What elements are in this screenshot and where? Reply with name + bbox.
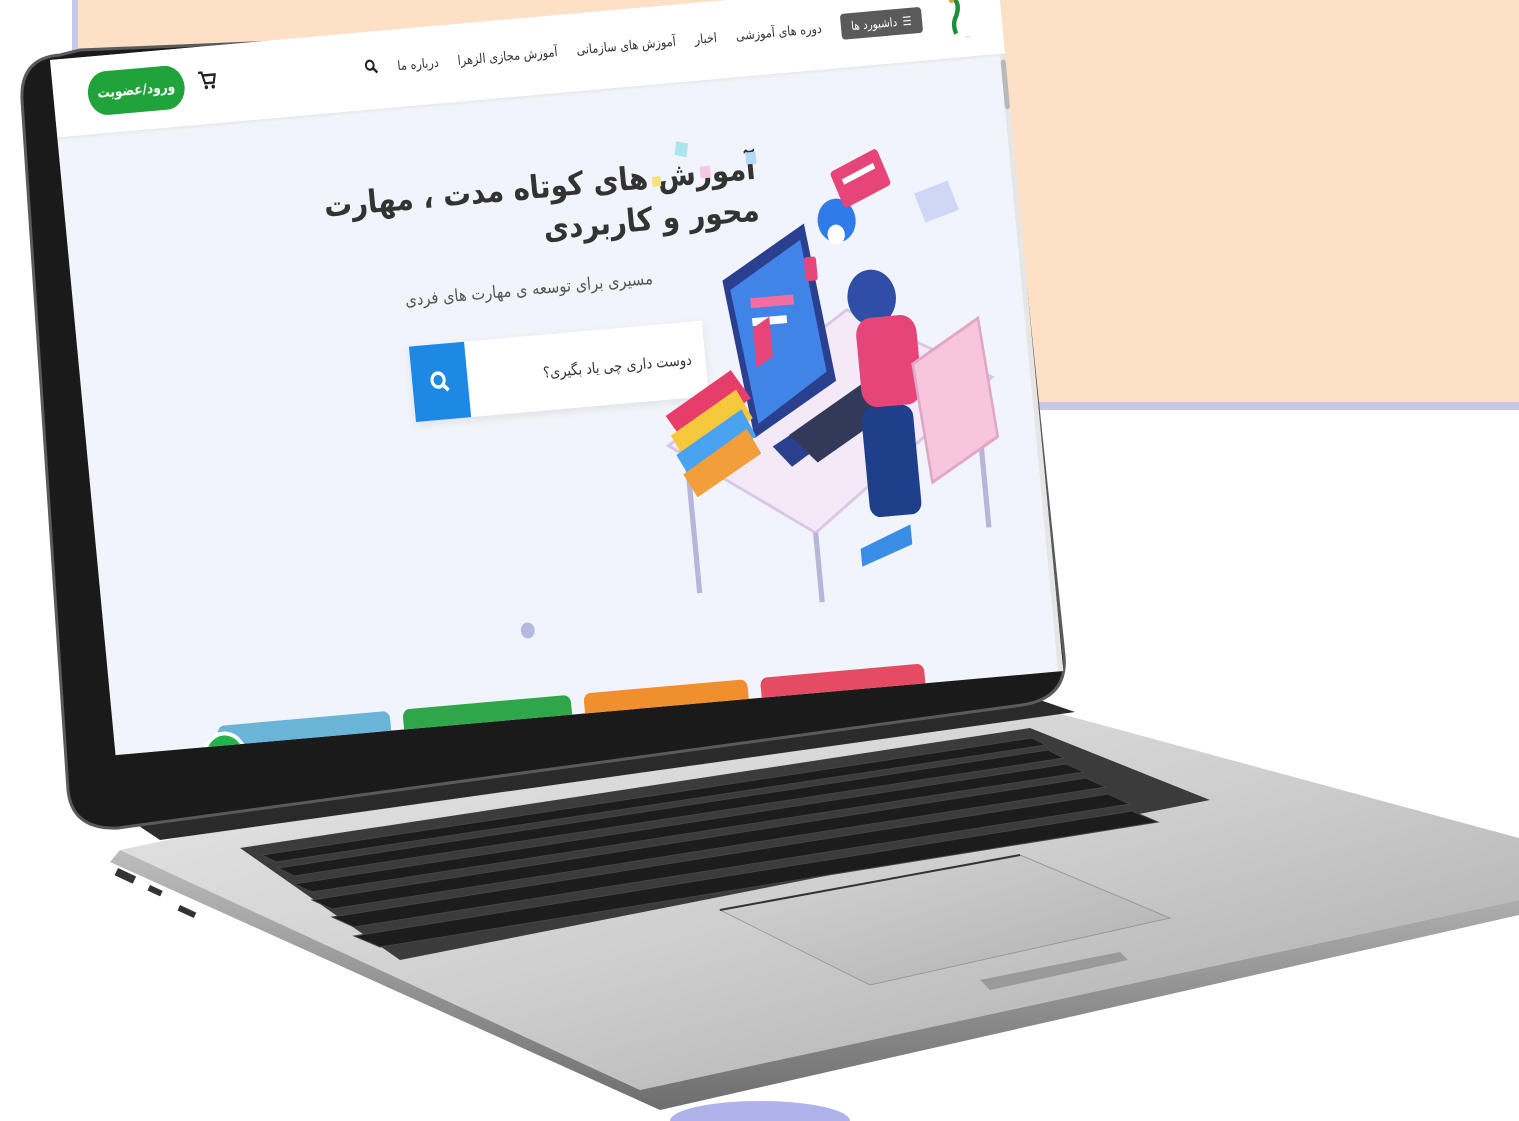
carousel-dot[interactable] — [520, 621, 536, 639]
search-icon — [430, 371, 450, 392]
menu-item-organizational[interactable]: آموزش های سازمانی — [576, 34, 677, 58]
hero-subtitle: مسیری برای توسعه ی مهارت های فردی — [404, 268, 654, 311]
search-icon[interactable] — [364, 58, 380, 79]
course-search-button[interactable] — [408, 341, 472, 423]
alzahra-logo: ⋯ — [948, 0, 971, 41]
cart-icon[interactable] — [197, 69, 218, 91]
login-register-button[interactable]: ورود/عضویت — [85, 64, 187, 117]
dashboard-label: داشبورد ها — [850, 14, 898, 33]
menu-item-about[interactable]: درباره ما — [397, 55, 440, 74]
menu-item-virtual[interactable]: آموزش مجازی الزهرا — [457, 45, 558, 69]
menu-item-news[interactable]: اخبار — [694, 30, 718, 47]
hero-illustration — [651, 141, 1000, 603]
svg-text:⋯: ⋯ — [965, 34, 971, 41]
browser-screen: ⋯ ☰ داشبورد ها دوره های آموزشی اخبار آمو… — [50, 0, 1064, 756]
hamburger-icon: ☰ — [901, 13, 913, 29]
menu-item-courses[interactable]: دوره های آموزشی — [735, 21, 822, 44]
dashboard-button[interactable]: ☰ داشبورد ها — [839, 6, 924, 40]
